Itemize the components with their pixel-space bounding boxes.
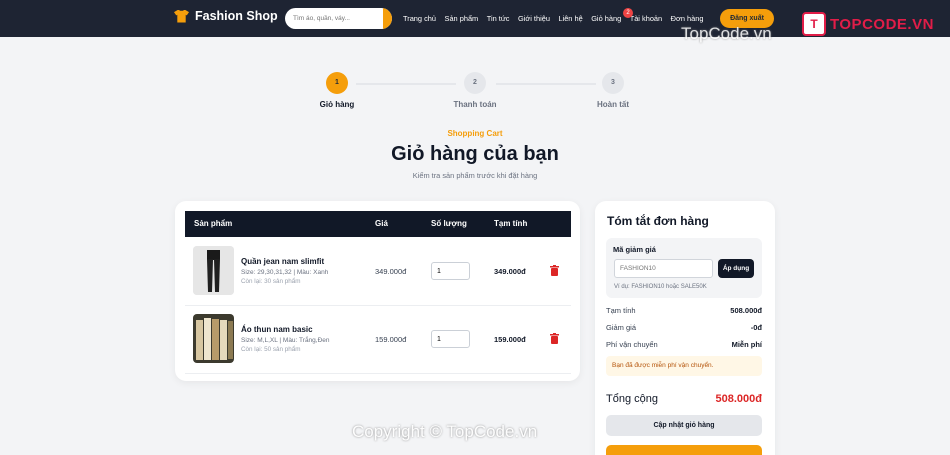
free-shipping-note: Bạn đã được miễn phí vận chuyển. <box>606 356 762 376</box>
step-label: Hoàn tất <box>597 100 629 109</box>
page-subtitle: Kiểm tra sản phẩm trước khi đặt hàng <box>412 171 538 180</box>
topcode-logo-icon: T <box>802 12 826 36</box>
column-header: Giá <box>375 219 388 228</box>
trash-icon[interactable] <box>550 333 559 344</box>
step-cart: 1 Giỏ hàng <box>310 72 364 109</box>
quantity-input[interactable] <box>431 262 470 280</box>
row-subtotal: 349.000đ <box>494 267 526 276</box>
copyright-watermark: Copyright © TopCode.vn <box>352 422 538 441</box>
product-image[interactable] <box>193 246 234 295</box>
discount-label: Giảm giá <box>606 323 637 332</box>
checkout-button[interactable] <box>606 445 762 455</box>
step-number: 2 <box>464 72 486 94</box>
discount-line: Giảm giá -0đ <box>606 323 762 332</box>
product-variants: Size: M,L,XL | Màu: Trắng,Đen <box>241 337 330 344</box>
product-stock: Còn lại: 30 sản phẩm <box>241 278 301 285</box>
top-navbar: Fashion Shop Trang chủ Sản phẩm Tin tức … <box>0 0 950 37</box>
update-cart-button[interactable]: Cập nhật giỏ hàng <box>606 415 762 436</box>
coupon-hint: Ví dụ: FASHION10 hoặc SALE50K <box>614 284 707 290</box>
subtotal-value: 508.000đ <box>730 306 762 315</box>
coupon-input[interactable] <box>614 259 713 278</box>
main-nav: Trang chủ Sản phẩm Tin tức Giới thiệu Li… <box>403 14 703 23</box>
column-header: Sản phẩm <box>194 219 233 228</box>
step-label: Giỏ hàng <box>319 100 355 109</box>
product-variants: Size: 29,30,31,32 | Màu: Xanh <box>241 269 329 276</box>
trash-icon[interactable] <box>550 265 559 276</box>
watermark-text: TopCode.vn <box>681 24 772 43</box>
brand-name: Fashion Shop <box>195 9 278 23</box>
shipping-label: Phí vận chuyển <box>606 340 658 349</box>
column-header: Số lượng <box>431 219 467 228</box>
unit-price: 349.000đ <box>375 267 407 276</box>
apply-coupon-button[interactable]: Áp dụng <box>718 259 754 278</box>
summary-title: Tóm tắt đơn hàng <box>607 214 709 228</box>
total-value: 508.000đ <box>715 393 762 405</box>
total-label: Tổng cộng <box>606 393 658 405</box>
coupon-label: Mã giảm giá <box>613 245 656 254</box>
brand-logo[interactable]: Fashion Shop <box>174 9 278 23</box>
discount-value: -0đ <box>750 323 762 332</box>
product-stock: Còn lại: 50 sản phẩm <box>241 346 301 353</box>
search-button[interactable] <box>383 8 392 29</box>
step-number: 1 <box>326 72 348 94</box>
step-payment: 2 Thanh toán <box>445 72 505 109</box>
subtotal-line: Tạm tính 508.000đ <box>606 306 762 315</box>
page-title: Giỏ hàng của bạn <box>391 143 559 165</box>
unit-price: 159.000đ <box>375 335 407 344</box>
nav-news[interactable]: Tin tức <box>487 14 510 23</box>
coupon-section: Mã giảm giá Áp dụng Ví dụ: FASHION10 hoặ… <box>606 238 762 298</box>
total-line: Tổng cộng 508.000đ <box>606 393 762 405</box>
search-input[interactable] <box>285 15 377 22</box>
nav-contact[interactable]: Liên hệ <box>558 14 582 23</box>
step-label: Thanh toán <box>453 100 497 109</box>
product-name[interactable]: Quần jean nam slimfit <box>241 257 324 266</box>
step-connector <box>496 83 596 85</box>
step-number: 3 <box>602 72 624 94</box>
watermark-logo-text: TOPCODE.VN <box>830 15 934 33</box>
subtotal-label: Tạm tính <box>606 306 636 315</box>
nav-account[interactable]: Tài khoản <box>630 14 662 23</box>
nav-orders[interactable]: Đơn hàng <box>671 14 704 23</box>
product-image[interactable] <box>193 314 234 363</box>
table-row: Quần jean nam slimfit Size: 29,30,31,32 … <box>185 238 571 306</box>
table-header: Sản phẩm Giá Số lượng Tạm tính <box>185 211 571 237</box>
section-kicker: Shopping Cart <box>447 129 503 138</box>
quantity-input[interactable] <box>431 330 470 348</box>
step-complete: 3 Hoàn tất <box>585 72 641 109</box>
watermark-logo: T TOPCODE.VN <box>802 12 934 36</box>
column-header: Tạm tính <box>494 219 528 228</box>
shipping-value: Miễn phí <box>731 340 762 349</box>
nav-home[interactable]: Trang chủ <box>403 14 436 23</box>
cart-table-card: Sản phẩm Giá Số lượng Tạm tính Quần jean… <box>175 201 580 381</box>
tshirt-icon <box>174 9 189 23</box>
shipping-line: Phí vận chuyển Miễn phí <box>606 340 762 349</box>
step-connector <box>356 83 456 85</box>
product-name[interactable]: Áo thun nam basic <box>241 325 313 334</box>
cart-count-badge: 2 <box>623 8 633 18</box>
search-box <box>285 8 392 29</box>
table-row: Áo thun nam basic Size: M,L,XL | Màu: Tr… <box>185 306 571 374</box>
order-summary-card: Tóm tắt đơn hàng Mã giảm giá Áp dụng Ví … <box>595 201 775 455</box>
row-subtotal: 159.000đ <box>494 335 526 344</box>
nav-about[interactable]: Giới thiệu <box>518 14 550 23</box>
nav-products[interactable]: Sản phẩm <box>445 14 479 23</box>
nav-cart[interactable]: Giỏ hàng <box>591 14 621 23</box>
